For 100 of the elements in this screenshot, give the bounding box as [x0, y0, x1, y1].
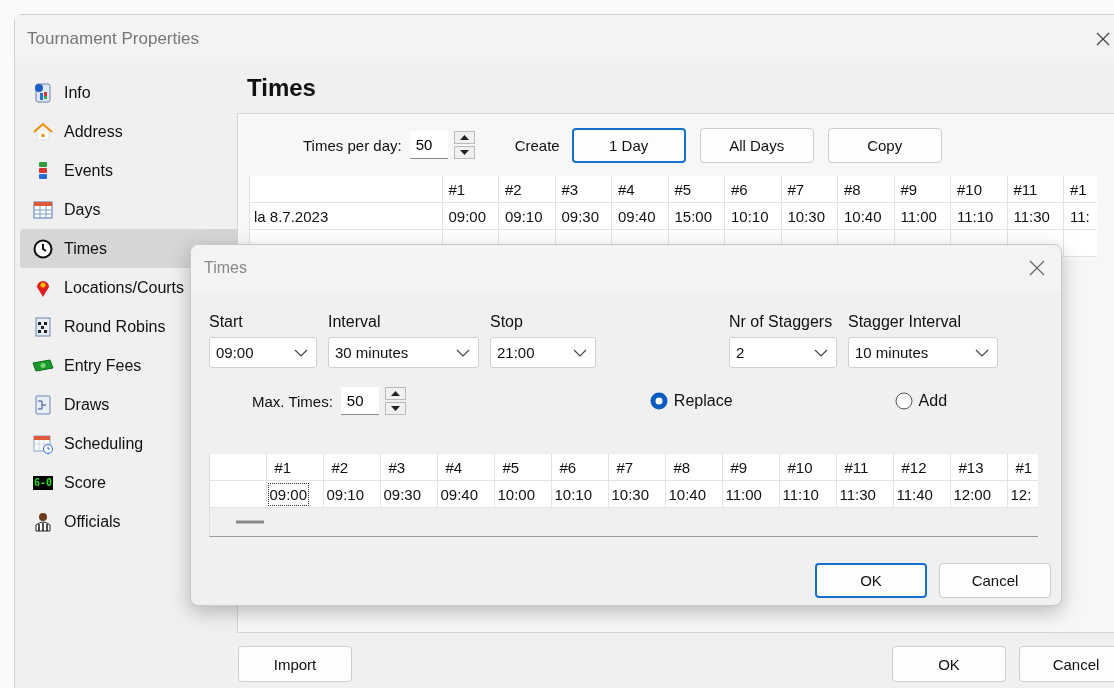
- window-title: Tournament Properties: [27, 29, 199, 49]
- table-cell[interactable]: 11:30: [837, 482, 878, 506]
- create-button[interactable]: Copy: [827, 127, 942, 163]
- table-cell: 10:30: [781, 202, 838, 230]
- radio-button[interactable]: Replace: [649, 392, 733, 410]
- sidebar-item[interactable]: Officials: [20, 502, 237, 541]
- table-cell[interactable]: 11:40: [894, 482, 935, 506]
- field-label: Times per day:: [303, 136, 402, 154]
- spin-down-button[interactable]: [453, 146, 475, 159]
- field-label: Stagger Interval: [848, 313, 962, 331]
- number-field[interactable]: 50: [409, 131, 448, 159]
- spin-down-button[interactable]: [384, 402, 406, 415]
- sidebar-item[interactable]: Scheduling: [20, 424, 237, 463]
- page-heading: Times: [246, 73, 317, 103]
- chevron-down-icon: [573, 348, 587, 357]
- column-header: #5: [668, 176, 725, 203]
- field-label: Nr of Staggers: [729, 313, 834, 331]
- calendar-icon: [32, 198, 54, 221]
- column-header: #4: [437, 454, 494, 481]
- house-icon: [32, 120, 54, 143]
- table-cell: 09:40: [611, 202, 668, 230]
- create-button[interactable]: All Days: [699, 127, 814, 163]
- table-cell[interactable]: 12:00: [951, 482, 994, 506]
- sidebar-item[interactable]: Days: [20, 190, 237, 229]
- table-cell[interactable]: 09:30: [381, 482, 424, 506]
- footer-button[interactable]: OK: [892, 646, 1006, 682]
- column-header: #11: [1007, 176, 1064, 203]
- column-header: #8: [837, 176, 894, 203]
- table-cell: 11:00: [894, 202, 951, 230]
- dropdown[interactable]: 21:00: [490, 337, 596, 368]
- column-header: #1: [266, 454, 323, 481]
- column-header: #2: [498, 176, 555, 203]
- footer-button[interactable]: Cancel: [1019, 646, 1114, 682]
- radio-selected-icon: [649, 392, 668, 410]
- table-cell[interactable]: 12:: [1008, 482, 1034, 506]
- column-header: #3: [380, 454, 437, 481]
- number-field[interactable]: 50: [340, 387, 379, 415]
- score-display-icon: 6-0: [32, 475, 54, 490]
- table-cell: 09:30: [555, 202, 612, 230]
- sidebar-item[interactable]: Events: [20, 151, 237, 190]
- table-cell[interactable]: 11:00: [723, 482, 764, 506]
- column-header: #10: [950, 176, 1007, 203]
- column-header: #10: [779, 454, 836, 481]
- scrollbar-thumb[interactable]: [236, 520, 264, 524]
- spin-up-button[interactable]: [384, 387, 406, 400]
- close-icon[interactable]: [1029, 260, 1045, 276]
- footer-button[interactable]: Import: [238, 646, 352, 682]
- calendar-clock-icon: [32, 432, 54, 455]
- column-header: #6: [724, 176, 781, 203]
- dropdown[interactable]: 30 minutes: [328, 337, 479, 368]
- table-cell[interactable]: 09:40: [438, 482, 481, 506]
- column-header: #1: [442, 176, 499, 203]
- column-header: #13: [950, 454, 1007, 481]
- table-cell: 10:40: [837, 202, 894, 230]
- radio-button[interactable]: Add: [894, 392, 948, 410]
- chevron-down-icon: [975, 348, 989, 357]
- close-icon[interactable]: [1095, 31, 1111, 47]
- column-header: #5: [494, 454, 551, 481]
- dropdown[interactable]: 10 minutes: [848, 337, 998, 368]
- sidebar-item[interactable]: Info: [20, 73, 237, 112]
- dropdown[interactable]: 09:00: [209, 337, 317, 368]
- bracket-document-icon: [32, 393, 54, 416]
- table-cell[interactable]: 09:00: [267, 482, 310, 506]
- dialog-button[interactable]: OK: [815, 563, 927, 598]
- table-cell[interactable]: 10:10: [552, 482, 595, 506]
- info-document-icon: [32, 81, 54, 104]
- chevron-down-icon: [814, 348, 828, 357]
- column-header: #2: [323, 454, 380, 481]
- field-label: Stop: [490, 313, 524, 331]
- radio-empty-icon: [894, 392, 913, 410]
- column-header: #7: [608, 454, 665, 481]
- column-header: #9: [722, 454, 779, 481]
- table-cell: 11:30: [1007, 202, 1064, 230]
- column-header: #7: [781, 176, 838, 203]
- table-cell[interactable]: 10:40: [666, 482, 709, 506]
- chevron-down-icon: [294, 348, 308, 357]
- spin-up-button[interactable]: [453, 131, 475, 144]
- create-button[interactable]: 1 Day: [571, 127, 686, 163]
- field-label: Max. Times:: [252, 392, 333, 410]
- sidebar-item[interactable]: Draws: [20, 385, 237, 424]
- table-cell[interactable]: 11:10: [780, 482, 821, 506]
- dropdown[interactable]: 2: [729, 337, 837, 368]
- column-header: #11: [836, 454, 893, 481]
- table-cell[interactable]: 09:10: [324, 482, 367, 506]
- table-cell: 09:00: [442, 202, 499, 230]
- table-cell: 11:10: [950, 202, 1007, 230]
- sidebar-item[interactable]: Address: [20, 112, 237, 151]
- clock-icon: [32, 237, 54, 260]
- table-cell[interactable]: 10:00: [495, 482, 538, 506]
- column-header: #8: [665, 454, 722, 481]
- column-header: #4: [611, 176, 668, 203]
- sidebar-item[interactable]: 6-0 Score: [20, 463, 237, 502]
- dialog-button[interactable]: Cancel: [939, 563, 1051, 598]
- dotted-grid-icon: [32, 315, 54, 338]
- chevron-down-icon: [456, 348, 470, 357]
- table-cell: 11:: [1063, 202, 1097, 230]
- table-cell[interactable]: 10:30: [609, 482, 652, 506]
- field-label: Start: [209, 313, 244, 331]
- create-label: Create: [514, 136, 560, 154]
- table-cell: 15:00: [668, 202, 725, 230]
